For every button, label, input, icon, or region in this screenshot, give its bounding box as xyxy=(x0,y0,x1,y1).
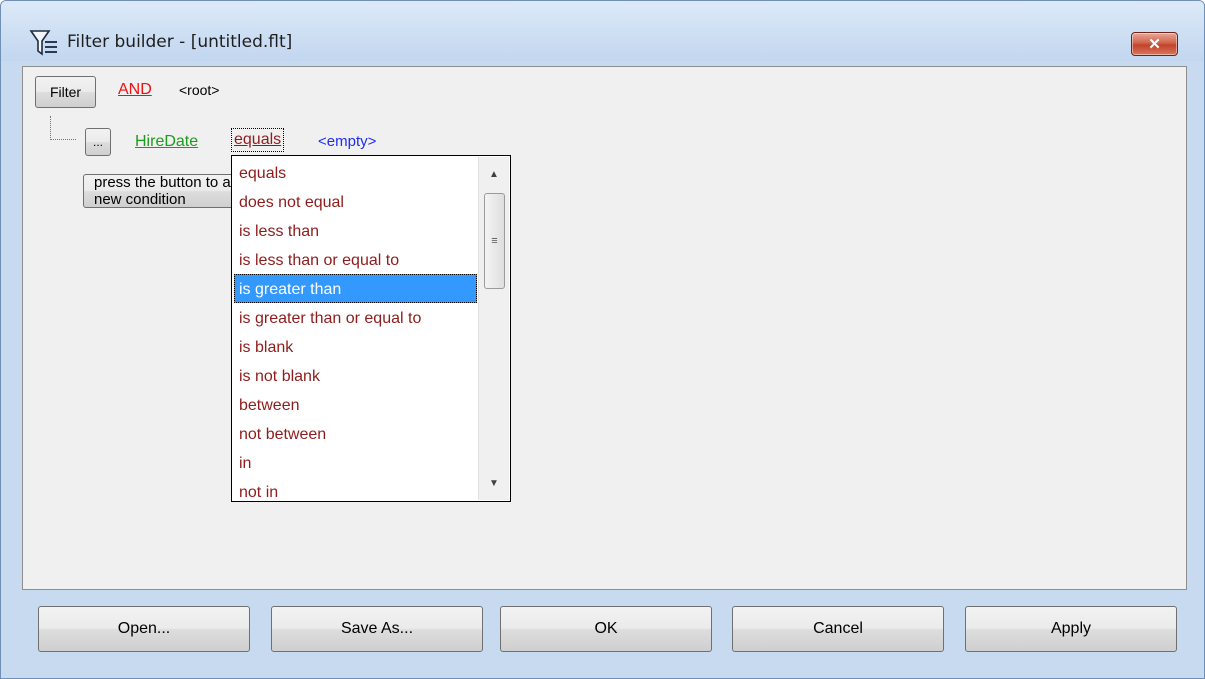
open-button[interactable]: Open... xyxy=(38,606,250,652)
operator-dropdown-list[interactable]: equals does not equal is less than is le… xyxy=(231,155,511,502)
scroll-thumb[interactable]: ≡ xyxy=(484,193,505,289)
cancel-button-label: Cancel xyxy=(813,620,863,637)
scroll-down-arrow-icon[interactable]: ▼ xyxy=(479,472,509,494)
root-group-operator[interactable]: AND xyxy=(118,81,152,99)
title-bar[interactable]: Filter builder - [untitled.flt] ✕ xyxy=(1,1,1204,61)
condition-options-button[interactable]: ... xyxy=(85,128,111,156)
operator-option[interactable]: between xyxy=(234,390,477,419)
ok-button-label: OK xyxy=(594,620,618,637)
filter-menu-button[interactable]: Filter xyxy=(35,76,96,108)
operator-option[interactable]: is blank xyxy=(234,332,477,361)
operator-options: equals does not equal is less than is le… xyxy=(234,158,477,501)
ok-button[interactable]: OK xyxy=(500,606,712,652)
filter-builder-window: Filter builder - [untitled.flt] ✕ Filter… xyxy=(0,0,1205,679)
grip-icon: ≡ xyxy=(491,235,498,247)
save-as-button-label: Save As... xyxy=(340,620,414,637)
apply-button-label: Apply xyxy=(1050,620,1092,637)
operator-option[interactable]: not between xyxy=(234,419,477,448)
close-icon: ✕ xyxy=(1148,36,1161,53)
cancel-button[interactable]: Cancel xyxy=(732,606,944,652)
save-as-button[interactable]: Save As... xyxy=(271,606,483,652)
operator-option[interactable]: equals xyxy=(234,158,477,187)
condition-operator[interactable]: equals xyxy=(231,128,285,152)
condition-value[interactable]: <empty> xyxy=(318,133,376,150)
scroll-up-arrow-icon[interactable]: ▲ xyxy=(479,163,509,185)
filter-tree-panel: Filter AND <root> ... HireDate equals <e… xyxy=(22,66,1187,590)
open-button-label: Open... xyxy=(117,620,171,637)
window-title: Filter builder - [untitled.flt] xyxy=(67,32,293,52)
operator-option[interactable]: is less than or equal to xyxy=(234,245,477,274)
operator-option[interactable]: does not equal xyxy=(234,187,477,216)
filter-funnel-icon xyxy=(29,30,57,56)
apply-button[interactable]: Apply xyxy=(965,606,1177,652)
operator-option[interactable]: is greater than or equal to xyxy=(234,303,477,332)
operator-option[interactable]: in xyxy=(234,448,477,477)
operator-option[interactable]: is not blank xyxy=(234,361,477,390)
close-button[interactable]: ✕ xyxy=(1131,32,1178,56)
condition-field[interactable]: HireDate xyxy=(135,133,198,151)
operator-option-selected[interactable]: is greater than xyxy=(234,274,477,303)
root-label: <root> xyxy=(179,82,220,98)
operator-option[interactable]: not in xyxy=(234,477,477,501)
tree-connector xyxy=(50,116,76,140)
operator-option[interactable]: is less than xyxy=(234,216,477,245)
dropdown-scrollbar[interactable]: ▲ ≡ ▼ xyxy=(478,157,509,500)
